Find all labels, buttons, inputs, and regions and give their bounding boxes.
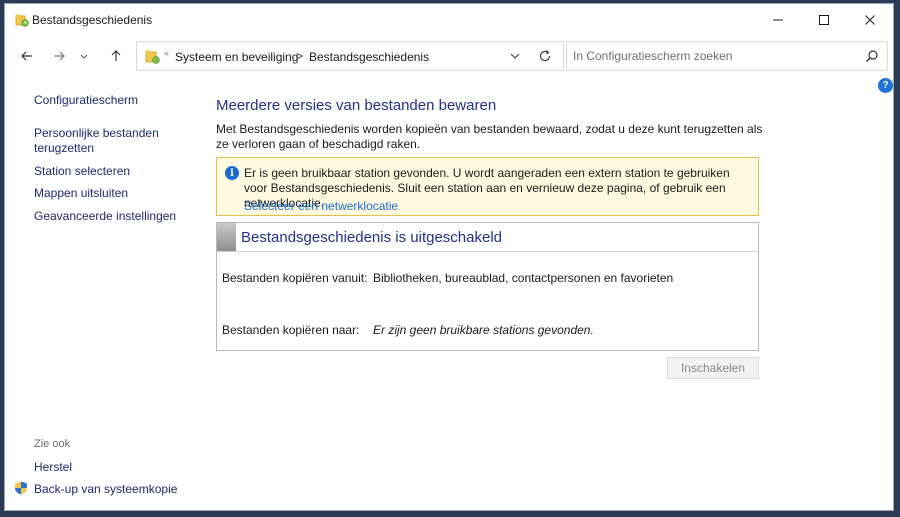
search-input[interactable] [573,48,853,64]
up-button[interactable] [105,45,127,67]
sidebar-item-select-drive[interactable]: Station selecteren [34,164,130,179]
uac-shield-icon [15,481,27,495]
address-dropdown-icon[interactable] [507,48,523,64]
file-history-window: Bestandsgeschiedenis « Systeem en beveil… [4,3,894,511]
info-bar: i Er is geen bruikbaar station gevonden.… [216,157,759,216]
maximize-button[interactable] [801,4,847,36]
breadcrumb-security[interactable]: Systeem en beveiliging [175,50,298,64]
refresh-icon[interactable] [537,48,553,64]
breadcrumb-file-history[interactable]: Bestandsgeschiedenis [309,50,429,64]
enable-button[interactable]: Inschakelen [667,357,759,379]
address-bar[interactable]: « Systeem en beveiliging > Bestandsgesch… [136,41,564,71]
page-description: Met Bestandsgeschiedenis worden kopieën … [216,122,763,151]
address-root-chevron-icon[interactable]: « [164,48,169,58]
copy-from-label: Bestanden kopiëren vanuit: [222,271,368,285]
arrow-up-icon [111,50,121,61]
copy-to-value: Er zijn geen bruikbare stations gevonden… [373,323,594,337]
sidebar-item-restore-files[interactable]: Persoonlijke bestanden terugzetten [34,126,174,156]
forward-button[interactable] [48,45,70,67]
arrow-right-icon [54,51,65,61]
minimize-icon [773,19,783,21]
sidebar-item-exclude-folders[interactable]: Mappen uitsluiten [34,186,128,201]
info-icon: i [225,166,239,180]
status-indicator [217,223,236,251]
sidebar-item-control-panel[interactable]: Configuratiescherm [34,93,138,108]
sidebar-item-advanced-settings[interactable]: Geavanceerde instellingen [34,209,176,224]
arrow-left-icon [21,51,32,61]
maximize-icon [819,15,829,25]
help-icon[interactable]: ? [878,78,893,93]
search-box[interactable] [566,41,888,71]
search-icon[interactable] [865,49,879,63]
see-also-recovery-link[interactable]: Herstel [34,460,72,475]
breadcrumb-separator[interactable]: > [296,49,303,63]
close-icon [865,15,875,25]
status-title: Bestandsgeschiedenis is uitgeschakeld [241,229,502,246]
copy-from-value: Bibliotheken, bureaublad, contactpersone… [373,271,674,285]
see-also-heading: Zie ook [34,438,71,450]
see-also-system-image-backup-link[interactable]: Back-up van systeemkopie [34,482,177,497]
window-title: Bestandsgeschiedenis [32,13,153,27]
title-bar: Bestandsgeschiedenis [5,4,893,36]
copy-to-label: Bestanden kopiëren naar: [222,323,360,337]
close-button[interactable] [847,4,893,36]
control-panel-folder-icon [145,50,160,64]
page-title: Meerdere versies van bestanden bewaren [216,97,497,114]
left-navigation-pane: Configuratiescherm Persoonlijke bestande… [5,76,205,510]
back-button[interactable] [16,45,38,67]
select-network-location-link[interactable]: Selecteer een netwerklocatie [244,199,398,213]
minimize-button[interactable] [755,4,801,36]
status-panel: Bestandsgeschiedenis is uitgeschakeld Be… [216,222,759,351]
navigation-bar: « Systeem en beveiliging > Bestandsgesch… [5,36,893,76]
file-history-icon [15,14,29,27]
recent-locations-button[interactable] [77,45,91,67]
chevron-down-icon [80,54,88,59]
status-header: Bestandsgeschiedenis is uitgeschakeld [217,223,758,252]
